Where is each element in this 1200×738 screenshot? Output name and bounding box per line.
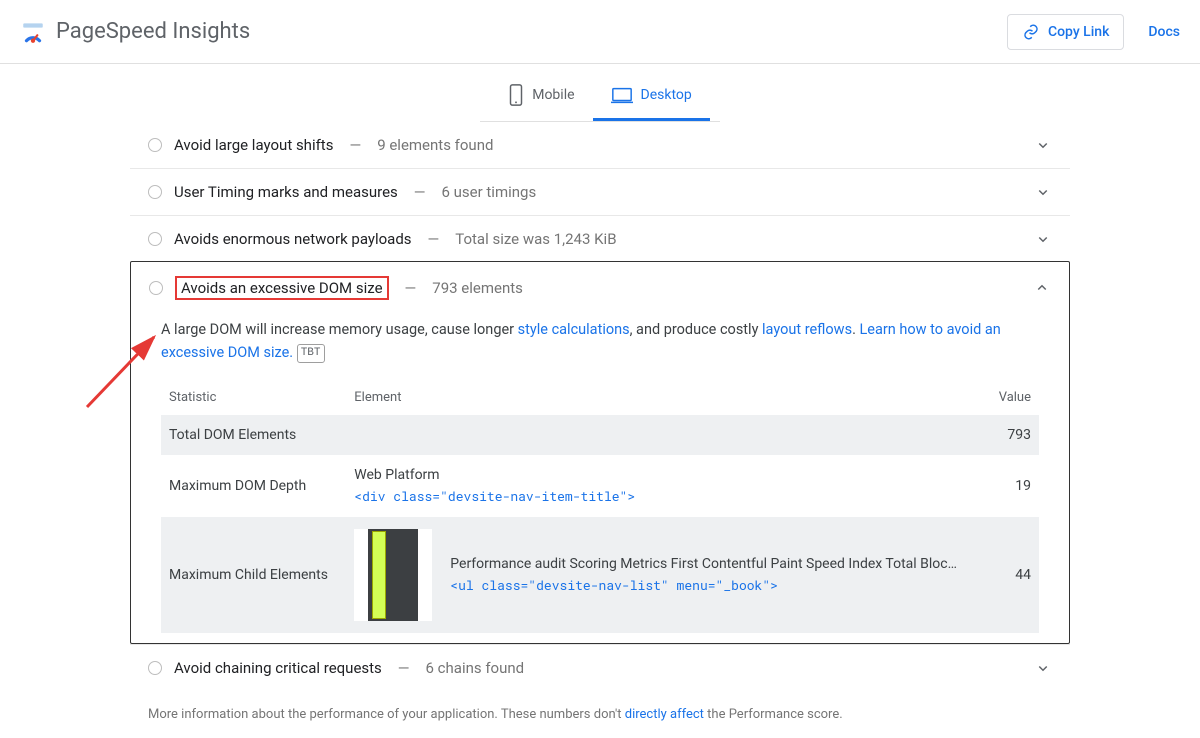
- audit-subtext: 9 elements found: [377, 136, 493, 154]
- footnote-text: More information about the performance o…: [148, 707, 625, 722]
- desc-text: , and produce costly: [630, 321, 762, 338]
- section-footnote: More information about the performance o…: [130, 691, 1070, 738]
- stat-name: Maximum Child Elements: [161, 517, 346, 633]
- element-code: <ul class="devsite-nav-list" menu="_book…: [450, 576, 957, 594]
- element-thumbnail: [354, 529, 432, 621]
- neutral-status-icon: [148, 232, 162, 246]
- neutral-status-icon: [148, 661, 162, 675]
- audit-list: Avoid large layout shifts — 9 elements f…: [130, 122, 1070, 691]
- docs-link[interactable]: Docs: [1148, 24, 1180, 40]
- style-calculations-link[interactable]: style calculations: [518, 321, 630, 338]
- audit-title: Avoid large layout shifts: [174, 136, 333, 154]
- chevron-down-icon: [1034, 183, 1052, 201]
- col-statistic: Statistic: [161, 380, 346, 415]
- audit-subtext: 6 chains found: [426, 659, 525, 677]
- highlight-annotation: Avoids an excessive DOM size: [175, 276, 389, 300]
- neutral-status-icon: [149, 281, 163, 295]
- copy-link-label: Copy Link: [1048, 24, 1109, 40]
- audit-user-timing[interactable]: User Timing marks and measures — 6 user …: [130, 168, 1070, 215]
- copy-link-button[interactable]: Copy Link: [1007, 14, 1124, 50]
- app-header: PageSpeed Insights Copy Link Docs: [0, 0, 1200, 64]
- tbt-badge: TBT: [297, 344, 325, 364]
- stat-name: Maximum DOM Depth: [161, 455, 346, 517]
- audit-network-payloads[interactable]: Avoids enormous network payloads — Total…: [130, 215, 1070, 262]
- stat-value: 44: [965, 517, 1039, 633]
- table-row: Maximum DOM Depth Web Platform <div clas…: [161, 455, 1039, 517]
- stat-value: 793: [965, 415, 1039, 455]
- dash: —: [414, 183, 426, 201]
- pagespeed-logo-icon: [20, 19, 46, 45]
- desc-text: A large DOM will increase memory usage, …: [161, 321, 518, 338]
- audit-title: User Timing marks and measures: [174, 183, 398, 201]
- audit-subtext: 793 elements: [432, 279, 523, 297]
- element-name: Performance audit Scoring Metrics First …: [450, 556, 957, 572]
- dom-stats-table: Statistic Element Value Total DOM Elemen…: [161, 380, 1039, 633]
- neutral-status-icon: [148, 138, 162, 152]
- neutral-status-icon: [148, 185, 162, 199]
- audit-critical-requests[interactable]: Avoid chaining critical requests — 6 cha…: [130, 644, 1070, 691]
- audit-title: Avoids enormous network payloads: [174, 230, 412, 248]
- brand: PageSpeed Insights: [20, 19, 250, 45]
- main-content: Avoid large layout shifts — 9 elements f…: [130, 122, 1070, 738]
- audit-subtext: 6 user timings: [441, 183, 536, 201]
- chevron-down-icon: [1034, 659, 1052, 677]
- tab-mobile[interactable]: Mobile: [490, 74, 592, 121]
- audit-description: A large DOM will increase memory usage, …: [161, 314, 1039, 376]
- stat-name: Total DOM Elements: [161, 415, 346, 455]
- audit-title: Avoid chaining critical requests: [174, 659, 382, 677]
- audit-subtext: Total size was 1,243 KiB: [455, 230, 616, 248]
- chevron-up-icon: [1033, 279, 1051, 297]
- tab-mobile-label: Mobile: [532, 87, 574, 103]
- table-row: Maximum Child Elements Performance audit…: [161, 517, 1039, 633]
- stat-element: [346, 415, 965, 455]
- dash: —: [405, 279, 417, 297]
- tab-desktop[interactable]: Desktop: [593, 74, 710, 121]
- dash: —: [428, 230, 440, 248]
- stat-value: 19: [965, 455, 1039, 517]
- chevron-down-icon: [1034, 136, 1052, 154]
- chevron-down-icon: [1034, 230, 1052, 248]
- dash: —: [398, 659, 410, 677]
- tab-desktop-label: Desktop: [641, 87, 692, 103]
- dash: —: [349, 136, 361, 154]
- audit-dom-size-header[interactable]: Avoids an excessive DOM size — 793 eleme…: [131, 262, 1069, 314]
- mobile-icon: [508, 84, 524, 106]
- device-tabs: Mobile Desktop: [480, 64, 720, 122]
- footnote-text: the Performance score.: [704, 707, 843, 722]
- link-icon: [1022, 23, 1040, 41]
- table-row: Total DOM Elements 793: [161, 415, 1039, 455]
- desktop-icon: [611, 86, 633, 104]
- audit-dom-size-body: A large DOM will increase memory usage, …: [131, 314, 1069, 643]
- header-actions: Copy Link Docs: [1007, 14, 1180, 50]
- col-element: Element: [346, 380, 965, 415]
- element-name: Web Platform: [354, 467, 957, 483]
- directly-affect-link[interactable]: directly affect: [625, 707, 704, 722]
- col-value: Value: [965, 380, 1039, 415]
- element-code: <div class="devsite-nav-item-title">: [354, 487, 957, 505]
- audit-dom-size-expanded: Avoids an excessive DOM size — 793 eleme…: [130, 261, 1070, 644]
- brand-title: PageSpeed Insights: [56, 19, 250, 44]
- stat-element: Performance audit Scoring Metrics First …: [346, 517, 965, 633]
- layout-reflows-link[interactable]: layout reflows: [762, 321, 852, 338]
- audit-large-layout-shifts[interactable]: Avoid large layout shifts — 9 elements f…: [130, 122, 1070, 168]
- stat-element: Web Platform <div class="devsite-nav-ite…: [346, 455, 965, 517]
- audit-title: Avoids an excessive DOM size: [181, 279, 383, 297]
